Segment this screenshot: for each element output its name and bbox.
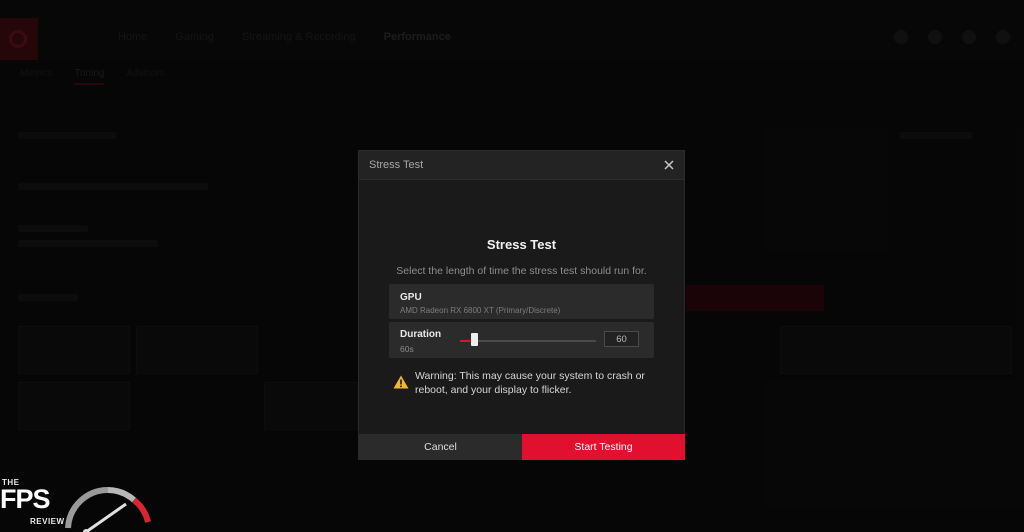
dialog-header: Stress Test	[359, 151, 684, 180]
fps-review-watermark: THE FPS REVIEW	[0, 470, 160, 532]
close-button[interactable]	[660, 156, 678, 174]
start-testing-button[interactable]: Start Testing	[522, 434, 685, 460]
duration-input[interactable]: 60	[604, 331, 639, 347]
duration-value: 60s	[400, 344, 414, 354]
stress-test-dialog: Stress Test Stress Test Select the lengt…	[358, 150, 685, 460]
app-window: Home Gaming Streaming & Recording Perfor…	[0, 0, 1024, 532]
duration-slider[interactable]	[460, 333, 596, 346]
warning-text: Warning: This may cause your system to c…	[415, 369, 655, 397]
cancel-button[interactable]: Cancel	[359, 434, 522, 460]
gpu-name: AMD Radeon RX 6800 XT (Primary/Discrete)	[400, 306, 561, 315]
close-icon	[664, 160, 674, 170]
watermark-fps: FPS	[0, 484, 51, 514]
dialog-title: Stress Test	[486, 237, 557, 252]
slider-thumb[interactable]	[470, 333, 478, 346]
slider-track	[460, 340, 596, 342]
gauge-icon	[65, 486, 151, 532]
duration-label: Duration	[400, 329, 442, 340]
dialog-header-title: Stress Test	[369, 159, 424, 171]
warning-line-2: reboot, and your display to flicker.	[415, 384, 572, 396]
warning-line-1: Warning: This may cause your system to c…	[415, 370, 645, 382]
duration-row: Duration 60s 60	[389, 322, 654, 358]
gpu-row: GPU AMD Radeon RX 6800 XT (Primary/Discr…	[389, 284, 654, 319]
dialog-description: Select the length of time the stress tes…	[396, 265, 647, 277]
warning-icon	[393, 375, 409, 389]
gpu-label: GPU	[400, 292, 422, 303]
